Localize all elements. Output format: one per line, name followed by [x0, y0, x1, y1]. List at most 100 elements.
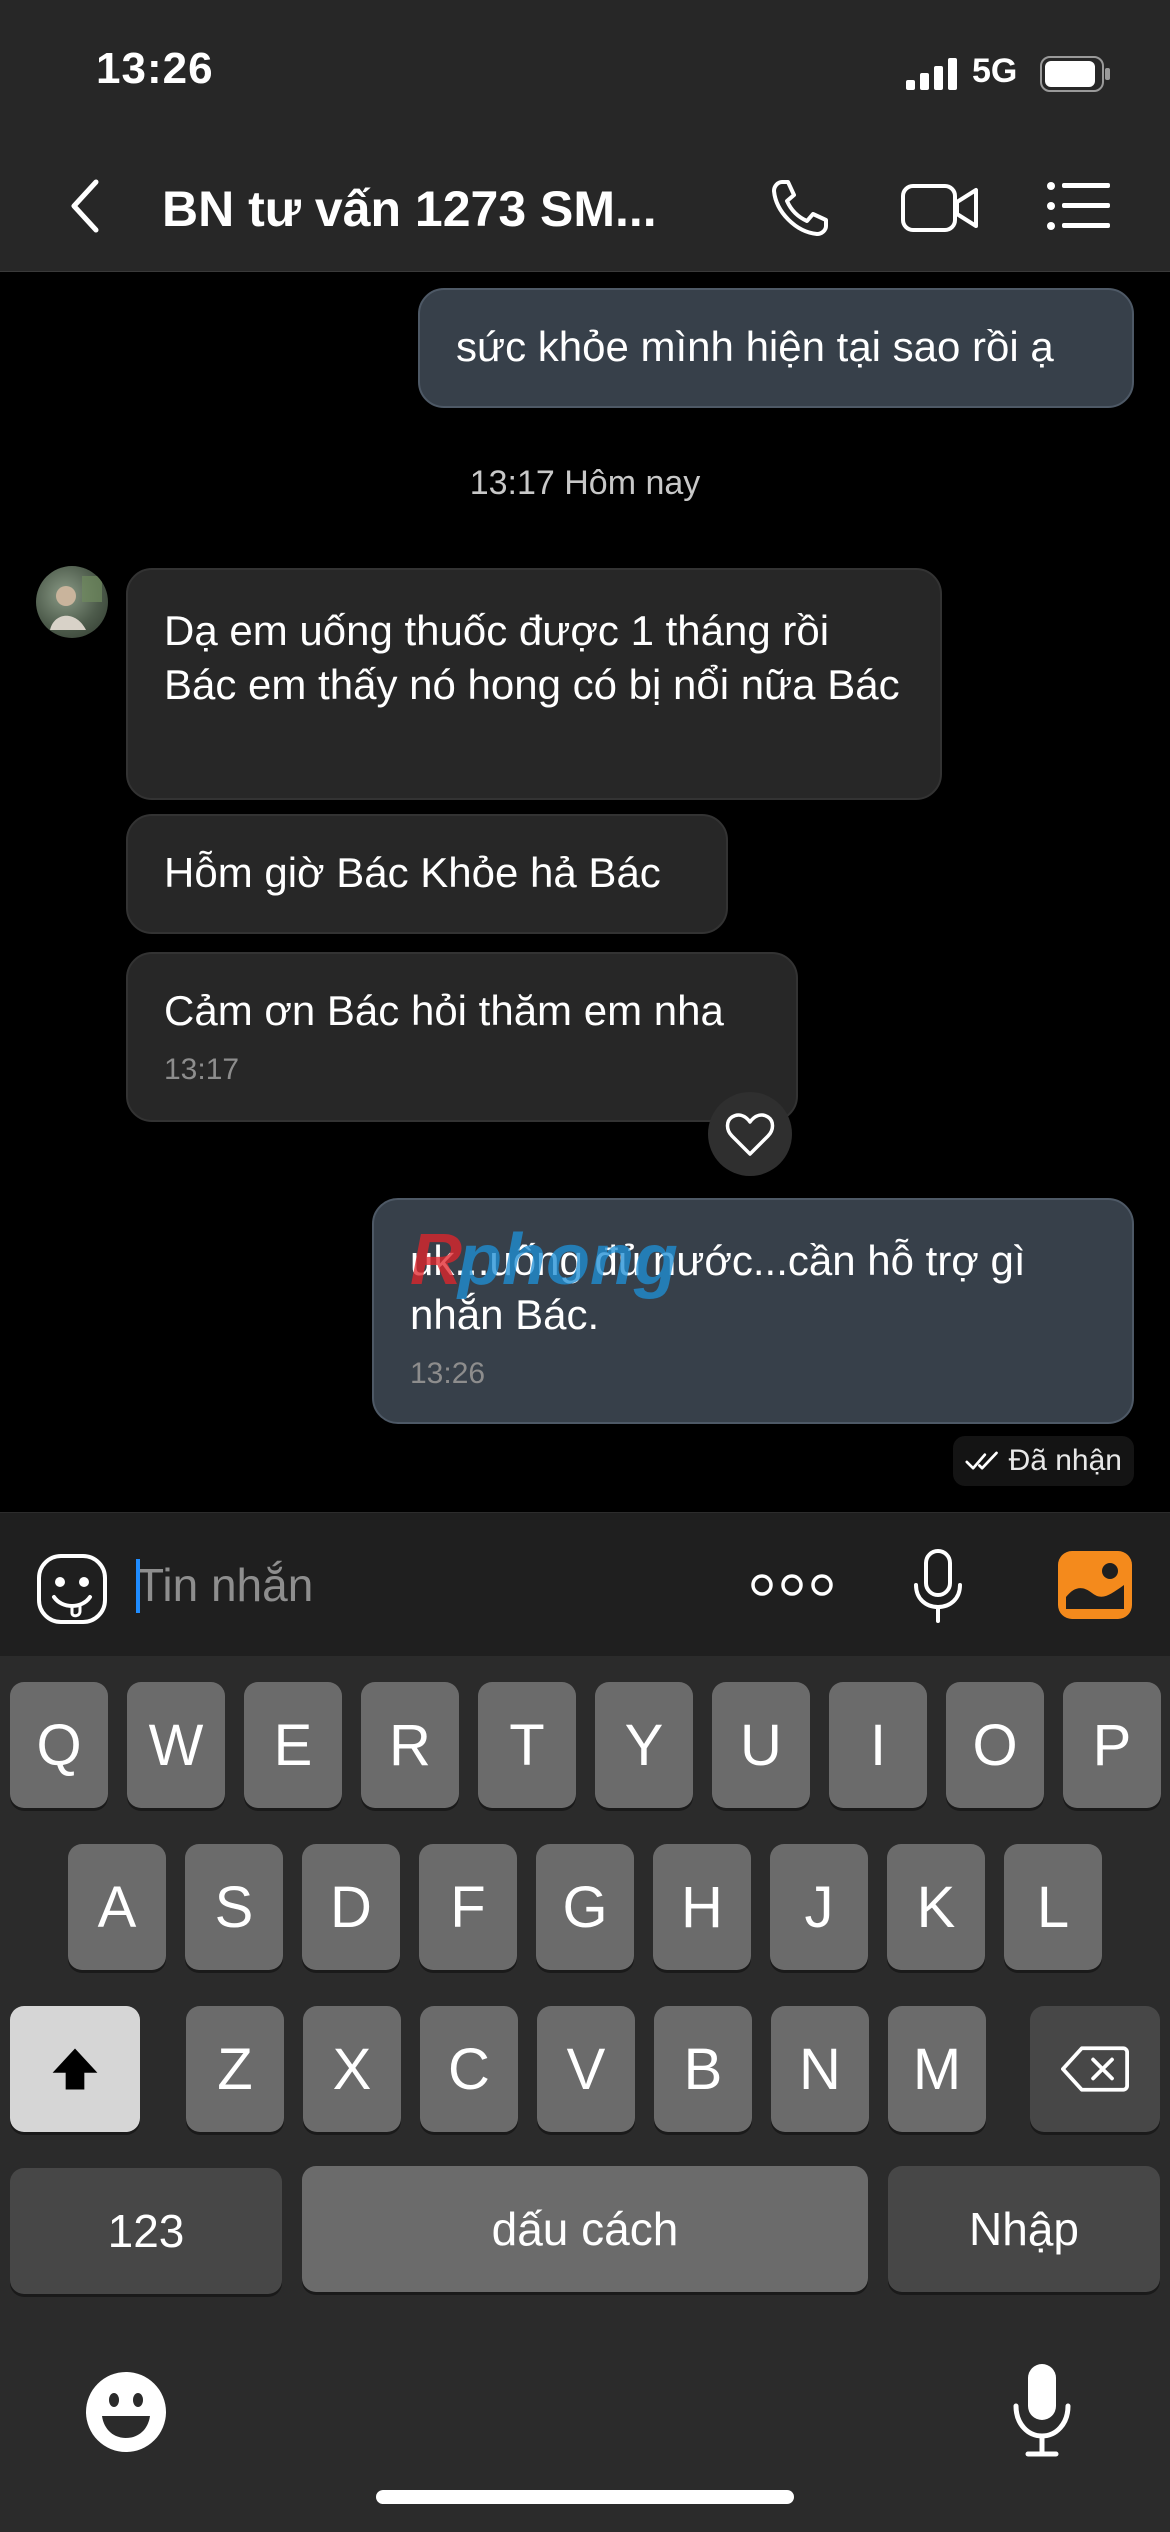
key-e[interactable]: E — [244, 1682, 342, 1808]
heart-icon — [725, 1113, 775, 1156]
date-separator: 13:17 Hôm nay — [469, 464, 701, 502]
key-r[interactable]: R — [361, 1682, 459, 1808]
numbers-key[interactable]: 123 — [10, 2168, 282, 2294]
key-h[interactable]: H — [653, 1844, 751, 1970]
top-bar: 13:26 5G BN tư vấn 1273 SM... — [0, 0, 1170, 272]
return-key[interactable]: Nhập — [888, 2166, 1160, 2292]
battery-icon — [1040, 56, 1110, 92]
message-input[interactable] — [136, 1551, 696, 1619]
key-g[interactable]: G — [536, 1844, 634, 1970]
key-s[interactable]: S — [185, 1844, 283, 1970]
key-p[interactable]: P — [1063, 1682, 1161, 1808]
key-z[interactable]: Z — [186, 2006, 284, 2132]
message-composer — [0, 1512, 1170, 1656]
key-i[interactable]: I — [829, 1682, 927, 1808]
like-button[interactable] — [708, 1092, 792, 1176]
status-time: 13:26 — [96, 44, 214, 93]
message-text: Hỗm giờ Bác Khỏe hả Bác — [164, 849, 661, 896]
key-label: K — [916, 1874, 956, 1940]
key-label: A — [97, 1874, 137, 1940]
key-y[interactable]: Y — [595, 1682, 693, 1808]
image-icon[interactable] — [1058, 1551, 1132, 1619]
key-label: V — [566, 2036, 606, 2102]
key-b[interactable]: B — [654, 2006, 752, 2132]
key-n[interactable]: N — [771, 2006, 869, 2132]
key-label: Z — [217, 2036, 253, 2102]
avatar[interactable] — [36, 566, 108, 638]
key-label: N — [799, 2036, 841, 2102]
incoming-message[interactable]: Dạ em uống thuốc được 1 tháng rồi Bác em… — [126, 568, 942, 800]
chat-screen: 13:26 5G BN tư vấn 1273 SM... sức khỏe m… — [0, 0, 1170, 2532]
key-o[interactable]: O — [946, 1682, 1044, 1808]
key-u[interactable]: U — [712, 1682, 810, 1808]
key-label: U — [740, 1712, 782, 1778]
phone-icon[interactable] — [768, 176, 832, 240]
back-button[interactable] — [62, 176, 112, 236]
key-w[interactable]: W — [127, 1682, 225, 1808]
message-time: 13:26 — [410, 1357, 486, 1390]
key-label: R — [389, 1712, 431, 1778]
sticker-icon[interactable] — [36, 1553, 108, 1625]
key-label: X — [332, 2036, 372, 2102]
watermark-logo: R phong — [410, 1220, 678, 1300]
key-label: W — [148, 1712, 204, 1778]
key-label: O — [972, 1712, 1018, 1778]
shift-key[interactable] — [10, 2006, 140, 2132]
svg-text:R: R — [410, 1220, 462, 1300]
key-label: H — [681, 1874, 723, 1940]
incoming-message[interactable]: Hỗm giờ Bác Khỏe hả Bác — [126, 814, 728, 934]
emoji-icon[interactable] — [84, 2370, 168, 2454]
key-label: G — [562, 1874, 608, 1940]
delivery-status: Đã nhận — [952, 1436, 1134, 1486]
message-time: 13:17 — [164, 1053, 240, 1086]
key-c[interactable]: C — [420, 2006, 518, 2132]
key-label: Nhập — [969, 2203, 1079, 2255]
incoming-message[interactable]: Cảm ơn Bác hỏi thăm em nha 13:17 — [126, 952, 798, 1122]
key-label: 123 — [107, 2205, 185, 2257]
key-label: J — [804, 1874, 834, 1940]
key-l[interactable]: L — [1004, 1844, 1102, 1970]
key-f[interactable]: F — [419, 1844, 517, 1970]
key-label: F — [450, 1874, 486, 1940]
message-text: Cảm ơn Bác hỏi thăm em nha — [164, 987, 724, 1034]
message-text: sức khỏe mình hiện tại sao rồi ạ — [456, 323, 1054, 370]
backspace-icon — [1061, 2046, 1129, 2092]
text-caret — [136, 1559, 140, 1613]
backspace-key[interactable] — [1030, 2006, 1160, 2132]
key-label: M — [912, 2036, 962, 2102]
key-a[interactable]: A — [68, 1844, 166, 1970]
key-m[interactable]: M — [888, 2006, 986, 2132]
microphone-icon[interactable] — [910, 1549, 966, 1625]
key-d[interactable]: D — [302, 1844, 400, 1970]
svg-text:phong: phong — [456, 1220, 678, 1300]
key-v[interactable]: V — [537, 2006, 635, 2132]
home-indicator[interactable] — [376, 2490, 794, 2504]
key-label: S — [214, 1874, 254, 1940]
message-text: Dạ em uống thuốc được 1 tháng rồi Bác em… — [164, 607, 900, 708]
key-label: B — [683, 2036, 723, 2102]
key-k[interactable]: K — [887, 1844, 985, 1970]
key-label: E — [273, 1712, 313, 1778]
chat-title[interactable]: BN tư vấn 1273 SM... — [162, 180, 682, 238]
list-icon[interactable] — [1046, 180, 1112, 232]
video-camera-icon[interactable] — [900, 178, 980, 238]
key-label: C — [448, 2036, 490, 2102]
key-j[interactable]: J — [770, 1844, 868, 1970]
shift-icon — [52, 2048, 98, 2090]
delivery-status-text: Đã nhận — [1008, 1444, 1122, 1477]
signal-icon — [906, 58, 957, 90]
dictation-microphone-icon[interactable] — [1010, 2362, 1074, 2458]
more-dots-icon[interactable] — [750, 1569, 834, 1601]
key-label: T — [509, 1712, 545, 1778]
key-label: Y — [624, 1712, 664, 1778]
outgoing-message[interactable]: sức khỏe mình hiện tại sao rồi ạ — [418, 288, 1134, 408]
key-q[interactable]: Q — [10, 1682, 108, 1808]
key-t[interactable]: T — [478, 1682, 576, 1808]
key-x[interactable]: X — [303, 2006, 401, 2132]
double-check-icon — [965, 1451, 998, 1470]
key-label: dấu cách — [491, 2203, 679, 2255]
space-key[interactable]: dấu cách — [302, 2166, 868, 2292]
key-label: Q — [36, 1712, 82, 1778]
key-label: P — [1092, 1712, 1132, 1778]
key-label: L — [1036, 1874, 1070, 1940]
